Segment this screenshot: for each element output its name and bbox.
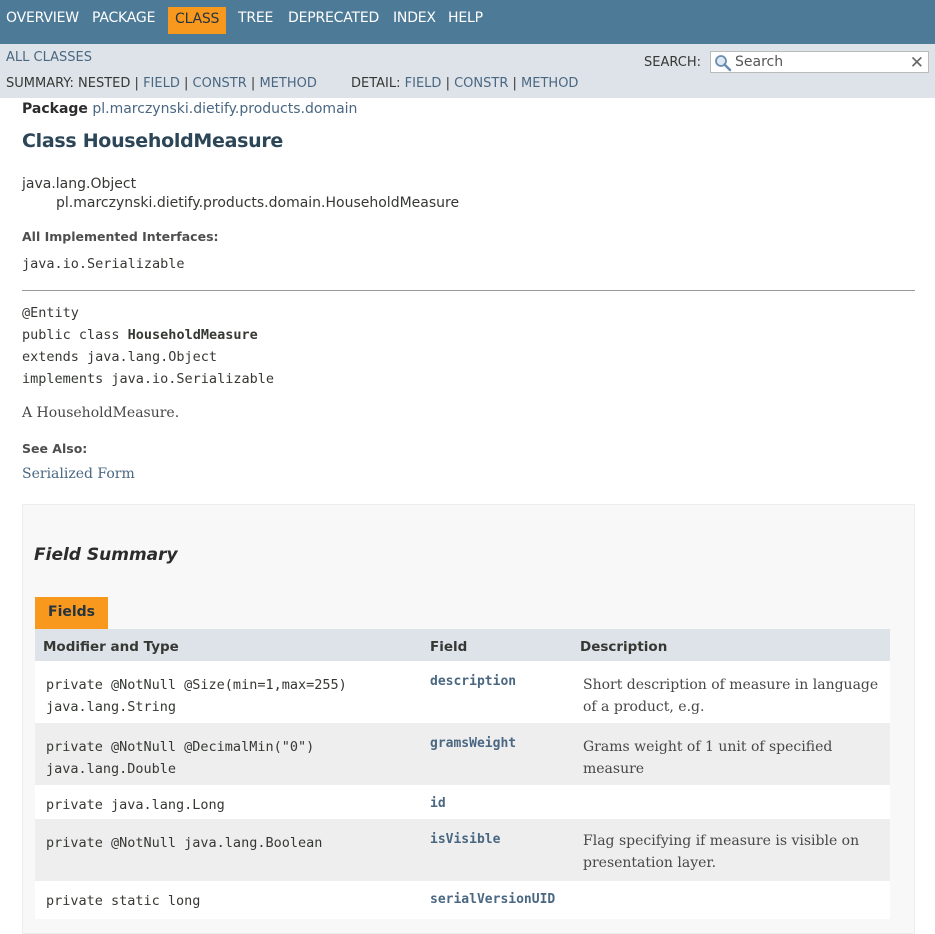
detail-field-link[interactable]: FIELD [405,76,442,91]
search-label: SEARCH: [644,55,701,70]
table-row: private @NotNull @Size(min=1,max=255) jav… [35,661,890,723]
inheritance-child: pl.marczynski.dietify.products.domain.Ho… [56,195,460,211]
sep: | [445,76,450,91]
declaration: public class HouseholdMeasure [22,324,274,346]
package-line: Package pl.marczynski.dietify.products.d… [22,101,357,117]
fields-tab-label: Fields [48,604,96,620]
package-link[interactable]: pl.marczynski.dietify.products.domain [92,101,357,117]
summary-method-link[interactable]: METHOD [259,76,316,91]
top-nav-bar: OVERVIEW PACKAGE CLASS TREE DEPRECATED I… [0,0,935,44]
nav-class-active[interactable]: CLASS [168,7,226,34]
inheritance-root: java.lang.Object [22,176,137,192]
nav-help[interactable]: HELP [448,10,483,26]
desc-line: Flag specifying if measure is visible on [583,833,860,849]
type-line: java.lang.Double [46,761,177,777]
divider [22,290,915,291]
desc-line: measure [583,761,645,777]
desc-line: Short description of measure in language [583,677,879,693]
detail-constr-link[interactable]: CONSTR [454,76,508,91]
field-description: Short description of measure in language… [583,674,883,718]
detail-nav: DETAIL: FIELD | CONSTR | METHOD [351,76,578,91]
field-summary-title: Field Summary [34,545,178,565]
modifier-type: private @NotNull @Size(min=1,max=255) jav… [46,674,347,718]
sep: | [512,76,517,91]
nav-package[interactable]: PACKAGE [92,10,155,26]
col-modifier-type: Modifier and Type [43,639,179,655]
desc-line: of a product, e.g. [583,699,705,715]
col-field: Field [430,639,468,655]
summary-label: SUMMARY: [6,76,74,91]
type-line: private @NotNull java.lang.Boolean [46,835,323,851]
type-line: java.lang.String [46,699,177,715]
search-placeholder: Search [735,54,784,70]
modifier-type: private @NotNull java.lang.Boolean [46,832,322,854]
field-link-serialversionuid[interactable]: serialVersionUID [430,892,555,907]
field-link-isvisible[interactable]: isVisible [430,832,500,847]
see-also-label: See Also: [22,441,88,456]
table-row: private @NotNull java.lang.Boolean isVis… [35,819,890,881]
fields-tab[interactable]: Fields [35,597,108,629]
desc-line: presentation layer. [583,855,717,871]
package-label: Package [22,101,88,117]
field-description: Flag specifying if measure is visible on… [583,830,883,874]
table-row: private static long serialVersionUID [35,881,890,919]
page-title: Class HouseholdMeasure [22,130,283,152]
desc-line: Grams weight of 1 unit of specified [583,739,833,755]
all-classes-link[interactable]: ALL CLASSES [6,50,92,65]
annotation: @Entity [22,305,79,321]
type-line: private @NotNull @DecimalMin("0") [46,739,315,755]
detail-label: DETAIL: [351,76,401,91]
modifier-type: private @NotNull @DecimalMin("0") java.la… [46,736,314,780]
modifier-type: private java.lang.Long [46,794,225,816]
table-row: private @NotNull @DecimalMin("0") java.la… [35,723,890,785]
sep: | [250,76,256,91]
sep: | [134,76,139,91]
field-description: Grams weight of 1 unit of specified measu… [583,736,883,780]
nav-overview[interactable]: OVERVIEW [6,10,79,26]
field-link-gramsweight[interactable]: gramsWeight [430,736,516,751]
col-description: Description [580,639,668,655]
interfaces-label: All Implemented Interfaces: [22,229,219,244]
summary-nested: NESTED [78,76,131,91]
sep: | [183,76,189,91]
decl-prefix: public class [22,327,128,343]
type-line: private @NotNull @Size(min=1,max=255) [46,677,347,693]
nav-tree[interactable]: TREE [238,10,273,26]
summary-constr-link[interactable]: CONSTR [193,76,247,91]
summary-field-link[interactable]: FIELD [143,76,180,91]
field-link-description[interactable]: description [430,674,516,689]
clear-search-icon[interactable]: ✕ [910,53,924,73]
nav-index[interactable]: INDEX [393,10,436,26]
serialized-form-link[interactable]: Serialized Form [22,466,135,482]
interfaces-value: java.io.Serializable [22,256,185,272]
type-line: private static long [46,893,201,909]
implements-line: implements java.io.Serializable [22,371,274,387]
search-input[interactable]: Search ✕ [710,51,929,73]
search-icon [714,54,732,76]
nav-class: CLASS [175,11,220,27]
nav-deprecated[interactable]: DEPRECATED [288,10,379,26]
class-description: A HouseholdMeasure. [22,405,180,421]
detail-method-link[interactable]: METHOD [521,76,578,91]
table-row: private java.lang.Long id [35,785,890,819]
modifier-type: private static long [46,890,200,912]
type-line: private java.lang.Long [46,797,225,813]
extends-line: extends java.lang.Object [22,349,218,365]
field-link-id[interactable]: id [430,796,446,811]
table-header: Modifier and Type Field Description [35,629,890,661]
decl-class-name: HouseholdMeasure [127,327,258,343]
class-signature: @Entity public class HouseholdMeasure ex… [22,302,274,390]
summary-nav: SUMMARY: NESTED | FIELD | CONSTR | METHO… [6,76,317,91]
